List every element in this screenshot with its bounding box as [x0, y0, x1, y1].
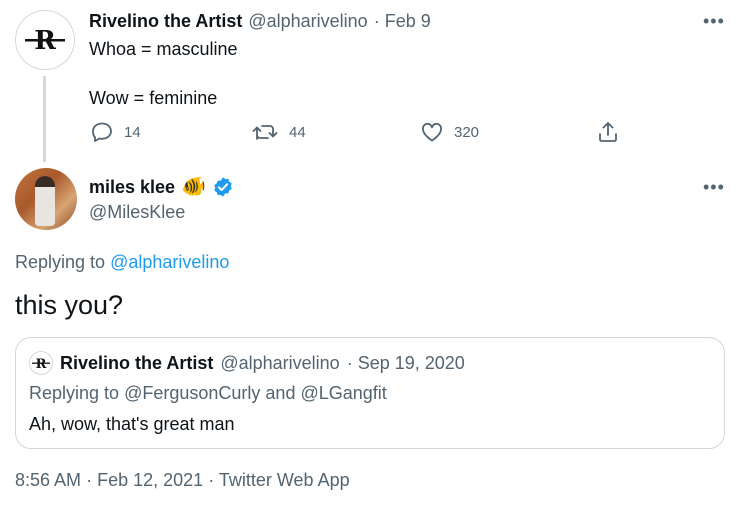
- avatar-rivelino[interactable]: R: [15, 10, 75, 70]
- retweet-icon: [252, 125, 278, 140]
- tweet-metadata-footer: 8:56 AM · Feb 12, 2021 · Twitter Web App: [15, 470, 350, 491]
- avatar-miles-klee[interactable]: [15, 168, 77, 230]
- retweet-action[interactable]: 44: [251, 121, 306, 143]
- quoted-replying-to-user-2: @LGangfit: [300, 383, 387, 403]
- quoted-tweet-header: R Rivelino the Artist @alpharivelino · S…: [29, 351, 465, 375]
- tweet-time[interactable]: 8:56 AM: [15, 470, 81, 490]
- quoted-tweet-text: Ah, wow, that's great man: [29, 414, 235, 434]
- more-options-icon[interactable]: •••: [703, 12, 725, 30]
- verified-badge-icon: [214, 177, 232, 197]
- quoted-replying-to-line: Replying to @FergusonCurly and @LGangfit: [29, 383, 387, 404]
- tweet-text-line-2: Wow = feminine: [89, 88, 218, 108]
- tweet-full-date[interactable]: Feb 12, 2021: [97, 470, 203, 490]
- parent-tweet-header: Rivelino the Artist @alpharivelino · Feb…: [89, 11, 431, 32]
- rivelino-logo-icon: R: [25, 26, 65, 54]
- more-options-icon[interactable]: •••: [703, 178, 725, 196]
- reply-icon: [92, 122, 112, 142]
- like-count: 320: [454, 123, 480, 141]
- thread-line: [43, 76, 46, 162]
- replying-to-link[interactable]: @alpharivelino: [110, 252, 229, 272]
- author-handle[interactable]: @MilesKlee: [89, 202, 185, 223]
- tweet-client[interactable]: Twitter Web App: [219, 470, 350, 490]
- quoted-avatar: R: [29, 351, 53, 375]
- share-action[interactable]: [597, 120, 619, 144]
- fish-emoji-icon: 🐠: [181, 176, 206, 198]
- quoted-replying-to-user-1: @FergusonCurly: [124, 383, 261, 403]
- separator-dot: ·: [208, 470, 215, 490]
- rivelino-logo-icon: R: [32, 357, 50, 370]
- replying-to-label: Replying to: [15, 252, 106, 272]
- tweet-text-line-1: Whoa = masculine: [89, 39, 238, 59]
- author-handle[interactable]: @alpharivelino: [248, 11, 367, 32]
- quoted-author-name: Rivelino the Artist: [60, 352, 214, 373]
- like-action[interactable]: 320: [420, 121, 479, 143]
- avatar-figure: [35, 176, 55, 226]
- reply-tweet-header: miles klee 🐠: [89, 176, 234, 198]
- quoted-author-handle: @alpharivelino: [220, 352, 340, 373]
- reply-count: 14: [124, 123, 141, 141]
- reply-action[interactable]: 14: [90, 121, 141, 143]
- replying-to-line: Replying to @alpharivelino: [15, 252, 229, 273]
- quoted-replying-to-label: Replying to: [29, 383, 120, 403]
- heart-icon: [422, 123, 442, 142]
- reply-tweet-text: this you?: [15, 290, 124, 320]
- retweet-count: 44: [289, 123, 306, 141]
- separator-dot: ·: [86, 470, 93, 490]
- share-icon: [599, 122, 617, 142]
- tweet-date[interactable]: · Feb 9: [374, 11, 431, 32]
- author-name[interactable]: miles klee: [89, 177, 175, 198]
- quoted-tweet-date: · Sep 19, 2020: [346, 352, 465, 373]
- quoted-tweet-card[interactable]: R Rivelino the Artist @alpharivelino · S…: [15, 337, 725, 449]
- author-name[interactable]: Rivelino the Artist: [89, 11, 242, 32]
- quoted-replying-and: and: [265, 383, 296, 403]
